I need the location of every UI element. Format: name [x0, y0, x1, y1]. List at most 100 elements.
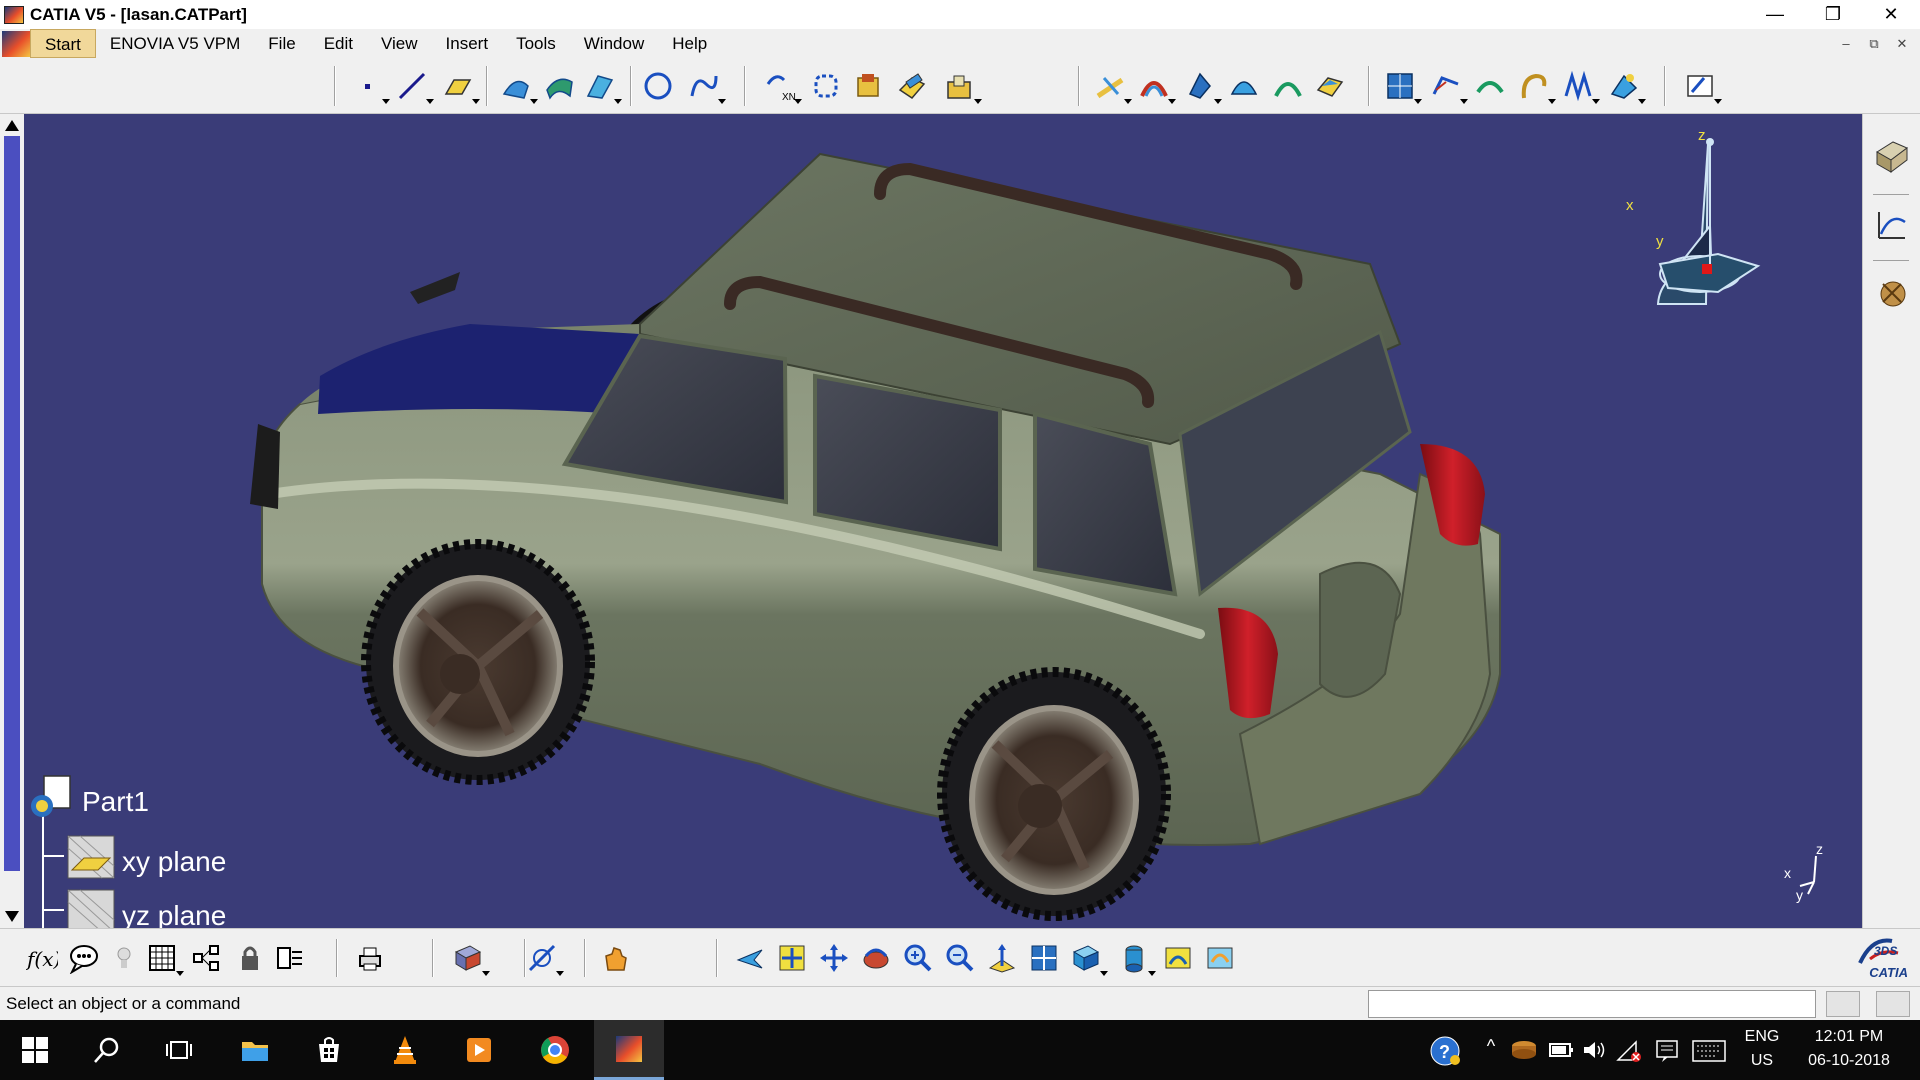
hand-select-icon[interactable]: [600, 942, 632, 974]
pan-icon[interactable]: [818, 942, 850, 974]
menu-tools[interactable]: Tools: [502, 29, 570, 58]
join-icon[interactable]: XN: [764, 70, 802, 104]
multi-view-icon[interactable]: [1028, 942, 1060, 974]
menu-start[interactable]: Start: [30, 29, 96, 58]
apply-material-icon[interactable]: [1608, 70, 1646, 104]
design-table-icon[interactable]: [146, 942, 184, 976]
scaling-icon[interactable]: [1314, 70, 1346, 102]
trim-icon[interactable]: [944, 70, 982, 104]
body-icon[interactable]: [452, 942, 490, 976]
iso-view-icon[interactable]: [1070, 942, 1108, 976]
blend-icon[interactable]: [1518, 70, 1556, 104]
3d-viewport[interactable]: z x y z x y Part1 xy plane yz plane: [0, 114, 1862, 928]
task-view-icon[interactable]: [144, 1020, 214, 1080]
symmetry-icon[interactable]: [1272, 70, 1304, 102]
swap-visible-space-icon[interactable]: [1204, 942, 1236, 974]
zoom-out-icon[interactable]: [944, 942, 976, 974]
plane-tool-icon[interactable]: [442, 70, 480, 104]
plane-icon[interactable]: [66, 888, 116, 928]
battery-icon[interactable]: [1548, 1038, 1574, 1062]
catia-taskbar-icon[interactable]: [594, 1020, 664, 1080]
input-language[interactable]: ENG: [1734, 1028, 1790, 1046]
keyboard-icon[interactable]: [1692, 1040, 1726, 1062]
fly-mode-icon[interactable]: [734, 942, 766, 974]
action-center-icon[interactable]: [1654, 1038, 1680, 1064]
point-icon[interactable]: [352, 70, 390, 104]
windows-start-icon[interactable]: [0, 1020, 70, 1080]
specification-tree: Part1 xy plane yz plane: [24, 774, 324, 928]
menu-view[interactable]: View: [367, 29, 432, 58]
compass-icon[interactable]: z x y: [1626, 127, 1761, 305]
circle-icon[interactable]: [642, 70, 674, 102]
offset-surface-icon[interactable]: [544, 70, 576, 102]
part-icon[interactable]: [28, 774, 78, 822]
clock-time[interactable]: 12:01 PM: [1794, 1028, 1904, 1046]
menu-file[interactable]: File: [254, 29, 309, 58]
lock-icon[interactable]: [234, 942, 266, 974]
tree-item-yz-plane[interactable]: yz plane: [122, 900, 226, 928]
help-tray-icon[interactable]: ?: [1428, 1034, 1462, 1068]
parameters-icon[interactable]: [274, 942, 306, 974]
axis-system-icon[interactable]: [526, 942, 564, 976]
translate-icon[interactable]: [1184, 70, 1222, 104]
power-input-field[interactable]: [1368, 990, 1816, 1018]
doc-minimize-button[interactable]: –: [1832, 29, 1860, 58]
fit-all-in-icon[interactable]: [776, 942, 808, 974]
connect-curve-icon[interactable]: [1474, 70, 1506, 102]
graph-analysis-icon[interactable]: [1875, 208, 1909, 242]
printer-icon[interactable]: [354, 942, 386, 974]
minimize-button[interactable]: —: [1746, 0, 1804, 29]
catalog-browser-icon[interactable]: [190, 942, 222, 974]
extrude-surface-icon[interactable]: [500, 70, 538, 104]
restore-button[interactable]: ❐: [1804, 0, 1862, 29]
tree-item-xy-plane[interactable]: xy plane: [122, 846, 226, 878]
curvature-analysis-icon[interactable]: [1430, 70, 1468, 104]
menu-insert[interactable]: Insert: [432, 29, 503, 58]
doc-restore-button[interactable]: ⧉: [1860, 29, 1888, 58]
plane-icon[interactable]: [66, 834, 116, 880]
light-bulb-icon[interactable]: [108, 942, 140, 974]
hide-show-icon[interactable]: [1162, 942, 1194, 974]
knowledge-advisor-icon[interactable]: [68, 942, 100, 975]
sketcher-icon[interactable]: [1684, 70, 1722, 104]
close-button[interactable]: ✕: [1862, 0, 1920, 29]
formula-icon[interactable]: f(x): [25, 942, 61, 974]
extract-icon[interactable]: [852, 70, 884, 102]
normal-view-icon[interactable]: [986, 942, 1018, 974]
menu-help[interactable]: Help: [658, 29, 721, 58]
boundary-icon[interactable]: [810, 70, 842, 102]
chrome-icon[interactable]: [520, 1020, 590, 1080]
tree-item-part1[interactable]: Part1: [82, 786, 149, 818]
edge-fillet-icon[interactable]: [1138, 70, 1176, 104]
menu-edit[interactable]: Edit: [310, 29, 367, 58]
multi-section-surface-icon[interactable]: [1562, 70, 1600, 104]
menu-window[interactable]: Window: [570, 29, 658, 58]
status-button-1[interactable]: [1826, 991, 1860, 1017]
network-icon[interactable]: [1616, 1038, 1644, 1064]
file-explorer-icon[interactable]: [220, 1020, 290, 1080]
rotate-icon[interactable]: [1228, 70, 1260, 102]
search-icon[interactable]: [72, 1020, 142, 1080]
store-icon[interactable]: [294, 1020, 364, 1080]
analysis-grid-icon[interactable]: [1384, 70, 1422, 104]
show-hidden-icons-icon[interactable]: ^: [1480, 1036, 1502, 1057]
storage-tray-icon[interactable]: [1510, 1038, 1538, 1062]
spline-icon[interactable]: [688, 70, 726, 104]
catia-menu-logo-icon[interactable]: [2, 30, 30, 57]
zoom-in-icon[interactable]: [902, 942, 934, 974]
status-button-2[interactable]: [1876, 991, 1910, 1017]
doc-close-button[interactable]: ✕: [1888, 29, 1916, 58]
photo-studio-icon[interactable]: [1875, 276, 1909, 310]
shading-icon[interactable]: [1118, 942, 1156, 976]
rotate-view-icon[interactable]: [860, 942, 892, 974]
menu-enovia[interactable]: ENOVIA V5 VPM: [96, 29, 254, 58]
vlc-icon[interactable]: [370, 1020, 440, 1080]
sweep-surface-icon[interactable]: [584, 70, 622, 104]
clock-date[interactable]: 06-10-2018: [1794, 1052, 1904, 1070]
split-icon[interactable]: [896, 70, 928, 102]
media-player-icon[interactable]: [444, 1020, 514, 1080]
part-design-workbench-icon[interactable]: [1875, 138, 1909, 174]
fillet-icon[interactable]: [1094, 70, 1132, 104]
line-icon[interactable]: [396, 70, 434, 104]
volume-icon[interactable]: [1582, 1038, 1608, 1062]
